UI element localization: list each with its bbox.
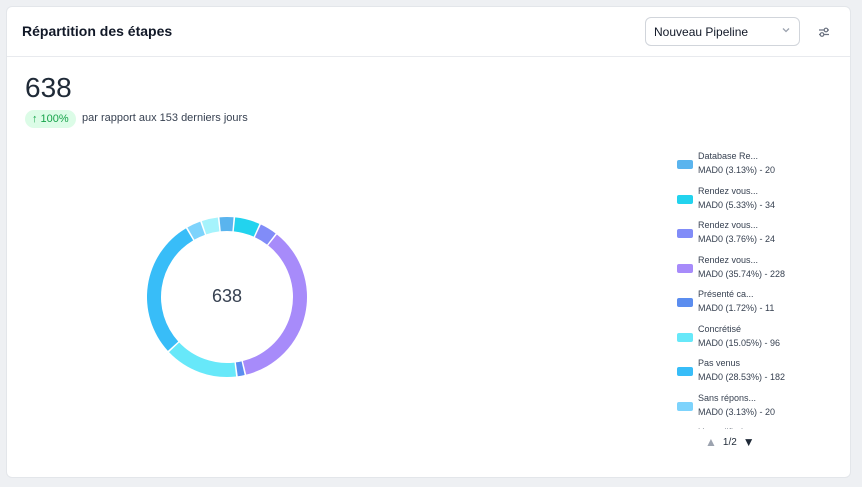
legend-label: Pas venus (698, 358, 741, 368)
legend-detail: MAD0 (3.13%) - 20 (698, 165, 776, 175)
legend-item[interactable]: Pas venus MAD0 (28.53%) - 182 (675, 356, 825, 386)
comparison-text: par rapport aux 153 derniers jours (82, 112, 248, 124)
legend-label: Concrétisé (698, 323, 742, 334)
legend-page-indicator: 1/2 (722, 436, 737, 448)
legend-swatch (677, 229, 693, 238)
legend-label: Unqualified (698, 427, 743, 429)
legend-item[interactable]: Rendez vous... MAD0 (3.76%) - 24 (675, 218, 825, 248)
legend-item[interactable]: Sans répons... MAD0 (3.13%) - 20 (675, 391, 825, 421)
donut-center-value: 638 (211, 286, 243, 306)
legend-detail: MAD0 (35.74%) - 228 (698, 268, 786, 279)
donut-slice[interactable] (169, 342, 237, 377)
legend-swatch (677, 194, 693, 204)
legend-swatch (677, 401, 693, 411)
legend-item[interactable]: Rendez vous... MAD0 (35.74%) - 228 (675, 253, 825, 283)
legend-swatch (677, 263, 693, 273)
change-badge: ↑ 100% (25, 110, 76, 128)
legend-label: Database Re... (698, 151, 759, 161)
legend-detail: MAD0 (3.76%) - 24 (698, 234, 776, 244)
total-count: 638 (25, 72, 72, 103)
card-header: Répartition des étapes Nouveau Pipeline (7, 7, 850, 57)
arrow-up-icon: ↑ (32, 113, 38, 125)
legend-swatch (677, 332, 693, 342)
triangle-down-icon[interactable]: ▼ (743, 436, 755, 448)
legend-label: Rendez vous... (698, 254, 759, 265)
pipeline-select[interactable]: Nouveau Pipeline (645, 17, 800, 46)
legend-detail: MAD0 (5.33%) - 34 (698, 199, 776, 210)
legend-item[interactable]: Présenté ca... MAD0 (1.72%) - 11 (675, 287, 825, 317)
change-badge-value: 100% (40, 113, 69, 125)
chart-legend: Database Re... MAD0 (3.13%) - 20 Rendez vo… (675, 143, 825, 429)
sliders-icon[interactable] (813, 21, 835, 43)
legend-label: Sans répons... (698, 392, 757, 403)
legend-item[interactable]: Rendez vous... MAD0 (5.33%) - 34 (675, 184, 825, 214)
donut-slice[interactable] (219, 217, 234, 232)
legend-detail: MAD0 (28.53%) - 182 (698, 372, 786, 382)
legend-item[interactable]: Concrétisé MAD0 (15.05%) - 96 (675, 322, 825, 352)
legend-detail: MAD0 (1.72%) - 11 (698, 303, 775, 313)
legend-swatch (677, 298, 693, 307)
legend-swatch (677, 160, 693, 169)
legend-label: Présenté ca... (698, 289, 754, 299)
legend-item[interactable]: Unqualified (675, 425, 825, 429)
legend-label: Rendez vous... (698, 220, 759, 230)
chevron-down-icon (781, 25, 791, 38)
legend-swatch (677, 367, 693, 376)
stage-distribution-card: Répartition des étapes Nouveau Pipeline … (6, 6, 851, 478)
donut-slice[interactable] (201, 217, 220, 235)
card-title: Répartition des étapes (22, 23, 173, 39)
pipeline-select-value: Nouveau Pipeline (654, 24, 749, 39)
donut-slice[interactable] (235, 361, 245, 377)
legend-detail: MAD0 (3.13%) - 20 (698, 406, 776, 417)
legend-label: Rendez vous... (698, 185, 759, 196)
legend-item[interactable]: Database Re... MAD0 (3.13%) - 20 (675, 149, 825, 179)
donut-slice[interactable] (233, 217, 260, 237)
legend-detail: MAD0 (15.05%) - 96 (698, 337, 781, 348)
triangle-up-icon[interactable]: ▲ (705, 436, 717, 448)
legend-pager: ▲ 1/2 ▼ (705, 435, 755, 449)
